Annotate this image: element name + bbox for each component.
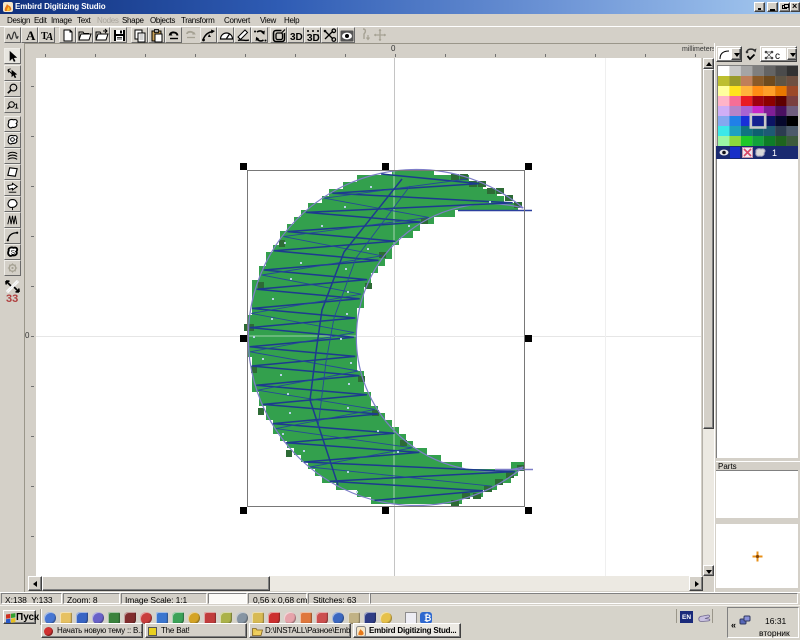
svg-text:c: c (775, 51, 780, 61)
